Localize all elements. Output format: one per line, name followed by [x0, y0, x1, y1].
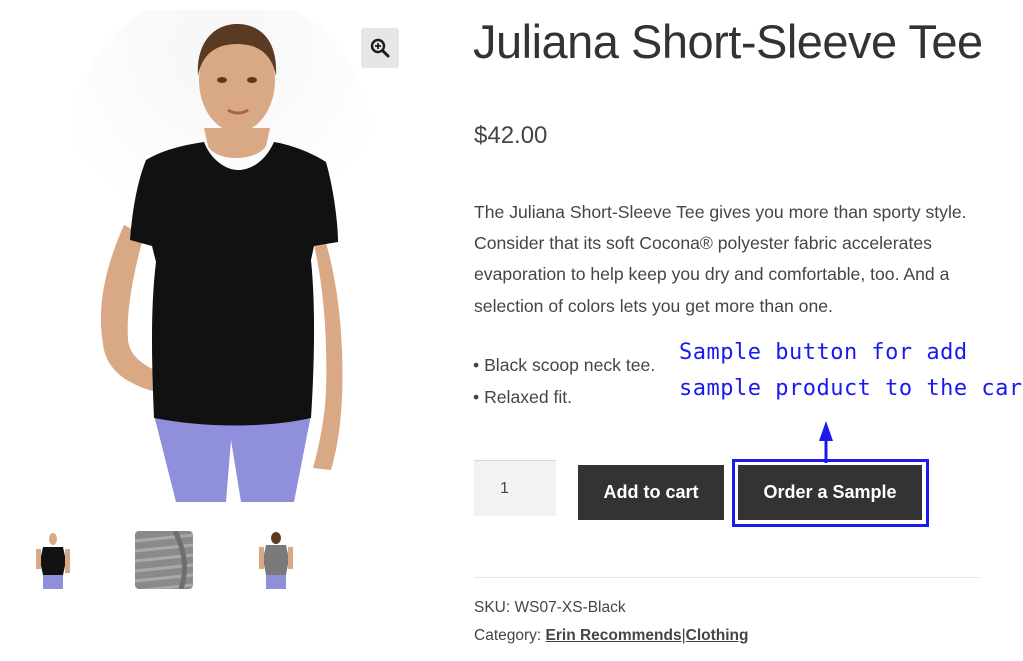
- annotation-arrow-icon: [819, 421, 833, 463]
- thumbnail-fabric-image: [135, 531, 193, 589]
- quantity-input[interactable]: [474, 460, 556, 516]
- product-description: The Juliana Short-Sleeve Tee gives you m…: [474, 202, 967, 316]
- model-illustration: [26, 10, 406, 502]
- order-sample-button[interactable]: Order a Sample: [738, 465, 922, 520]
- category-label: Category:: [474, 627, 542, 644]
- category-link-erin-recommends[interactable]: Erin Recommends: [546, 627, 682, 644]
- add-to-cart-button[interactable]: Add to cart: [578, 465, 724, 520]
- product-price: $42.00: [474, 122, 548, 149]
- zoom-button[interactable]: [361, 28, 399, 68]
- feature-item: Black scoop neck tee.: [473, 350, 655, 382]
- annotation-line: Sample button for add: [679, 340, 968, 365]
- category-link-clothing[interactable]: Clothing: [686, 627, 749, 644]
- annotation-line: sample product to the cart.: [679, 375, 1023, 401]
- product-features: Black scoop neck tee. Relaxed fit.: [473, 350, 655, 413]
- thumbnail-front[interactable]: [24, 531, 82, 589]
- product-categories: Category: Erin Recommends|Clothing: [474, 627, 749, 645]
- sku-label: SKU:: [474, 599, 511, 616]
- feature-item: Relaxed fit.: [473, 382, 655, 414]
- annotation-text: Sample button for add sample product to …: [679, 335, 1023, 406]
- thumbnail-back-image: [247, 531, 305, 589]
- sku-value: WS07-XS-Black: [514, 599, 626, 616]
- thumbnail-fabric[interactable]: [135, 531, 193, 589]
- thumbnail-front-image: [24, 531, 82, 589]
- thumbnail-back[interactable]: [247, 531, 305, 589]
- product-sku: SKU: WS07-XS-Black: [474, 599, 626, 617]
- product-title: Juliana Short-Sleeve Tee: [473, 15, 983, 68]
- divider: [474, 577, 980, 578]
- magnifier-plus-icon: [370, 38, 390, 58]
- product-main-image[interactable]: [26, 10, 406, 502]
